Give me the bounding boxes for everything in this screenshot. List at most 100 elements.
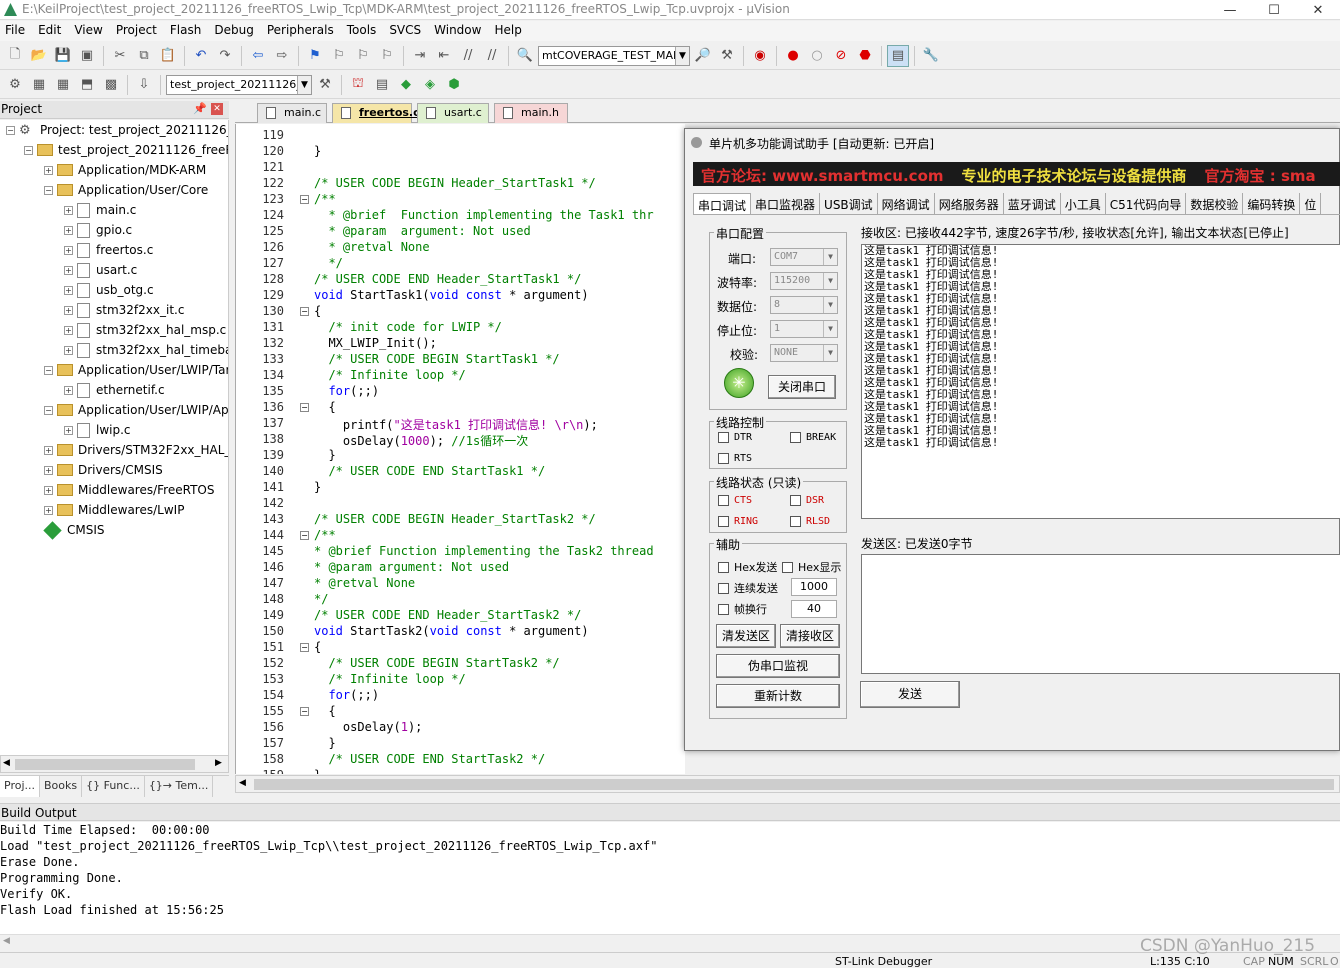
incremental-find-icon[interactable]: ⚒ bbox=[716, 45, 738, 67]
scroll-thumb[interactable] bbox=[254, 779, 1334, 790]
scroll-left-icon[interactable]: ◀ bbox=[239, 778, 246, 788]
nav-forward-icon[interactable]: ⇨ bbox=[271, 45, 293, 67]
menu-flash[interactable]: Flash bbox=[165, 21, 209, 41]
continuous-interval-input[interactable]: 1000 bbox=[791, 578, 837, 596]
break-checkbox[interactable]: BREAK bbox=[790, 432, 836, 443]
port-select[interactable]: COM7 ▼ bbox=[770, 248, 838, 266]
chevron-down-icon[interactable]: ▼ bbox=[675, 46, 689, 65]
tab-templates[interactable]: {}→ Tem... bbox=[145, 776, 214, 797]
serial-tab[interactable]: 蓝牙调试 bbox=[1004, 193, 1061, 214]
menu-peripherals[interactable]: Peripherals bbox=[262, 21, 342, 41]
tree-item[interactable]: − Application/User/Core bbox=[44, 180, 208, 200]
unindent-icon[interactable]: ⇤ bbox=[433, 45, 455, 67]
expand-icon[interactable]: + bbox=[64, 325, 73, 335]
tree-item[interactable]: + Application/MDK-ARM bbox=[44, 160, 206, 180]
cut-icon[interactable]: ✂ bbox=[109, 45, 131, 67]
serial-tab[interactable]: 小工具 bbox=[1061, 193, 1106, 214]
close-port-button[interactable]: 关闭串口 bbox=[768, 375, 836, 399]
editor-scrollbar[interactable]: ◀ bbox=[235, 775, 1340, 793]
uncomment-icon[interactable]: // bbox=[481, 45, 503, 67]
tree-item[interactable]: + Drivers/CMSIS bbox=[44, 460, 163, 480]
build-output-scrollbar[interactable]: ◀ bbox=[0, 934, 1340, 950]
tree-item[interactable]: + stm32f2xx_hal_msp.c bbox=[64, 320, 226, 340]
reset-count-button[interactable]: 重新计数 bbox=[716, 684, 840, 708]
debug-start-icon[interactable]: ◉ bbox=[749, 45, 771, 67]
project-tree-scrollbar[interactable]: ◀ ▶ bbox=[0, 755, 229, 773]
configure-icon[interactable]: 🔧 bbox=[920, 45, 942, 67]
paste-icon[interactable]: 📋 bbox=[157, 45, 179, 67]
serial-tab[interactable]: 串口调试 bbox=[693, 193, 752, 214]
collapse-icon[interactable]: − bbox=[6, 125, 15, 135]
manage-components-icon[interactable]: ⛫ bbox=[347, 74, 369, 96]
translate-icon[interactable]: ⚙ bbox=[4, 74, 26, 96]
parity-select[interactable]: NONE ▼ bbox=[770, 344, 838, 362]
continuous-send-checkbox[interactable]: 连续发送 bbox=[718, 580, 778, 596]
menu-window[interactable]: Window bbox=[429, 21, 489, 41]
tree-item[interactable]: + Middlewares/LwIP bbox=[44, 500, 184, 520]
tree-item[interactable]: + usart.c bbox=[64, 260, 137, 280]
editor-tab-freertos-c[interactable]: freertos.c bbox=[332, 103, 420, 123]
tree-item[interactable]: + ethernetif.c bbox=[64, 380, 165, 400]
expand-icon[interactable]: + bbox=[64, 305, 73, 315]
frame-timeout-input[interactable]: 40 bbox=[791, 600, 837, 618]
menu-view[interactable]: View bbox=[69, 21, 110, 41]
banner-forum[interactable]: 官方论坛: www.smartmcu.com bbox=[701, 165, 944, 185]
rebuild-icon[interactable]: ▦ bbox=[52, 74, 74, 96]
clear-recv-button[interactable]: 清接收区 bbox=[780, 624, 840, 648]
window-layout-icon[interactable]: ▤ bbox=[887, 44, 909, 67]
fold-toggle-icon[interactable]: − bbox=[300, 643, 309, 652]
chevron-down-icon[interactable]: ▼ bbox=[823, 249, 837, 265]
rts-checkbox[interactable]: RTS bbox=[718, 453, 752, 464]
bookmark-clear-icon[interactable]: ⚐ bbox=[376, 45, 398, 67]
clear-send-button[interactable]: 清发送区 bbox=[716, 624, 776, 648]
expand-icon[interactable]: + bbox=[44, 485, 53, 495]
tree-item[interactable]: CMSIS bbox=[43, 520, 105, 540]
expand-icon[interactable]: + bbox=[64, 285, 73, 295]
fold-toggle-icon[interactable]: − bbox=[300, 403, 309, 412]
chevron-down-icon[interactable]: ▼ bbox=[823, 297, 837, 313]
build-output-pane[interactable]: Build Time Elapsed: 00:00:00 Load "test_p… bbox=[0, 822, 1340, 934]
serial-tab[interactable]: 编码转换 bbox=[1243, 193, 1301, 214]
dtr-checkbox[interactable]: DTR bbox=[718, 432, 752, 443]
tab-books[interactable]: Books bbox=[40, 776, 83, 797]
fold-toggle-icon[interactable]: − bbox=[300, 307, 309, 316]
fold-toggle-icon[interactable]: − bbox=[300, 195, 309, 204]
collapse-icon[interactable]: − bbox=[44, 365, 53, 375]
close-icon[interactable]: ✕ bbox=[1296, 0, 1340, 20]
close-panel-icon[interactable]: ✕ bbox=[211, 103, 223, 115]
serial-tab[interactable]: C51代码向导 bbox=[1106, 193, 1187, 214]
menu-tools[interactable]: Tools bbox=[342, 21, 385, 41]
bookmark-next-icon[interactable]: ⚐ bbox=[352, 45, 374, 67]
tree-item[interactable]: + lwip.c bbox=[64, 420, 131, 440]
expand-icon[interactable]: + bbox=[44, 165, 53, 175]
chevron-down-icon[interactable]: ▼ bbox=[823, 273, 837, 289]
expand-icon[interactable]: + bbox=[64, 245, 73, 255]
menu-project[interactable]: Project bbox=[111, 21, 165, 41]
run-time-environment-icon[interactable]: ⬢ bbox=[443, 74, 465, 96]
tree-item[interactable]: + main.c bbox=[64, 200, 136, 220]
pseudo-port-monitor-button[interactable]: 伪串口监视 bbox=[716, 654, 840, 678]
select-software-packs-icon[interactable]: ◈ bbox=[419, 74, 441, 96]
scroll-thumb[interactable] bbox=[15, 759, 195, 770]
frame-newline-checkbox[interactable]: 帧换行 bbox=[718, 601, 767, 617]
minimize-icon[interactable]: — bbox=[1208, 0, 1252, 20]
menu-debug[interactable]: Debug bbox=[209, 21, 261, 41]
expand-icon[interactable]: + bbox=[64, 225, 73, 235]
tab-project[interactable]: Proj... bbox=[0, 776, 40, 797]
batch-build-icon[interactable]: ⬒ bbox=[76, 74, 98, 96]
scroll-right-icon[interactable]: ▶ bbox=[215, 758, 222, 768]
serial-tab[interactable]: 位 bbox=[1300, 193, 1322, 214]
stopbits-select[interactable]: 1 ▼ bbox=[770, 320, 838, 338]
expand-icon[interactable]: + bbox=[64, 205, 73, 215]
collapse-icon[interactable]: − bbox=[24, 145, 33, 155]
breakpoint-disable-icon[interactable]: ○ bbox=[806, 45, 828, 67]
serial-tab[interactable]: 网络调试 bbox=[878, 193, 935, 214]
file-extensions-icon[interactable]: ▤ bbox=[371, 74, 393, 96]
baud-select[interactable]: 115200 ▼ bbox=[770, 272, 838, 290]
serial-tab[interactable]: 数据校验 bbox=[1186, 193, 1244, 214]
expand-icon[interactable]: + bbox=[64, 425, 73, 435]
chevron-down-icon[interactable]: ▼ bbox=[823, 345, 837, 361]
undo-icon[interactable]: ↶ bbox=[190, 45, 212, 67]
scroll-left-icon[interactable]: ◀ bbox=[3, 936, 10, 946]
redo-icon[interactable]: ↷ bbox=[214, 45, 236, 67]
